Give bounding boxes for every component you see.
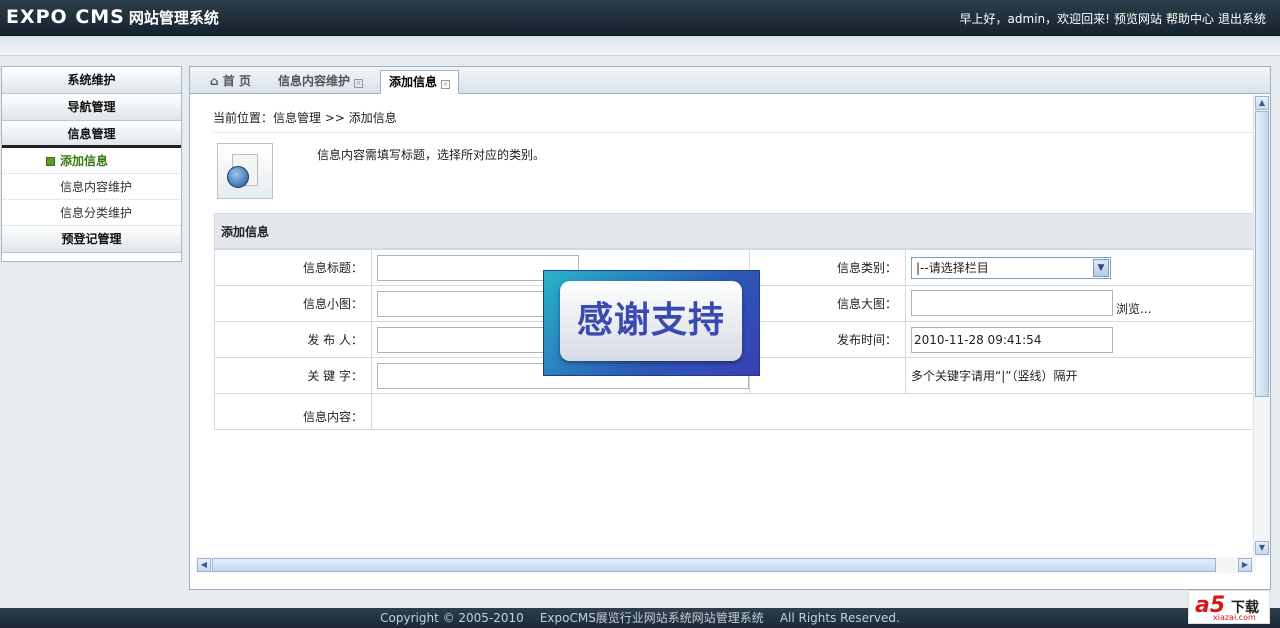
rights-text: All Rights Reserved.: [779, 611, 900, 625]
sidebar-group-info[interactable]: 信息管理: [2, 121, 181, 148]
greeting-text: 早上好，admin，欢迎回来!: [959, 12, 1110, 26]
logo-site: xiazai.com: [1213, 613, 1256, 622]
large-image-input[interactable]: [911, 290, 1113, 317]
vertical-scrollbar[interactable]: ▲ ▼: [1253, 95, 1270, 557]
publisher-label: 发 布 人：: [214, 321, 372, 358]
category-label: 信息类别：: [749, 249, 906, 286]
bullet-icon: [46, 157, 55, 166]
breadcrumb: 当前位置：信息管理 >> 添加信息: [213, 111, 397, 125]
system-name-text: ExpoCMS展览行业网站系统网站管理系统: [539, 611, 764, 625]
sidebar-item-category-maintain[interactable]: 信息分类维护: [2, 200, 181, 226]
browse-button[interactable]: 浏览...: [1116, 302, 1151, 316]
a5-download-logo[interactable]: a5 下载 xiazai.com: [1188, 590, 1270, 624]
empty-cell: [749, 357, 906, 394]
copyright-text: Copyright © 2005-2010: [380, 611, 524, 625]
publish-time-label: 发布时间：: [749, 321, 906, 358]
sidebar-group-navigation[interactable]: 导航管理: [2, 94, 181, 121]
tab-label: 添加信息: [389, 75, 438, 89]
close-icon[interactable]: ×: [354, 79, 364, 88]
scroll-left-icon[interactable]: ◀: [197, 558, 211, 572]
tab-label: 首 页: [222, 74, 251, 88]
category-select[interactable]: |--请选择栏目 ▼: [911, 256, 1111, 279]
close-icon[interactable]: ×: [441, 80, 451, 89]
header-subbar: [0, 36, 1280, 56]
tab-label: 信息内容维护: [278, 74, 351, 88]
small-image-label: 信息小图：: [214, 285, 372, 322]
title-label: 信息标题：: [214, 249, 372, 286]
sidebar: 系统维护 导航管理 信息管理 添加信息 信息内容维护 信息分类维护 预登记管理: [1, 66, 182, 262]
footer: Copyright © 2005-2010 ExpoCMS展览行业网站系统网站管理…: [0, 608, 1280, 628]
tab-content-maintain[interactable]: 信息内容维护 ×: [270, 70, 371, 94]
content-editor[interactable]: [371, 393, 1253, 430]
form-row: 信息内容：: [214, 393, 1253, 430]
scroll-up-icon[interactable]: ▲: [1255, 96, 1269, 110]
scroll-thumb[interactable]: [1255, 111, 1269, 397]
keywords-label: 关 键 字：: [214, 357, 372, 394]
sidebar-group-system[interactable]: 系统维护: [2, 67, 181, 94]
top-header: EXPO CMS 网站管理系统 早上好，admin，欢迎回来! 预览网站 帮助中心 退出…: [0, 0, 1280, 36]
logo-text: EXPO CMS: [6, 6, 125, 28]
help-center-link[interactable]: 帮助中心: [1166, 12, 1214, 26]
top-links: 早上好，admin，欢迎回来! 预览网站 帮助中心 退出系统: [956, 10, 1266, 27]
tab-home[interactable]: ⌂ 首 页: [202, 70, 259, 94]
sidebar-group-registration[interactable]: 预登记管理: [2, 226, 181, 253]
thanks-badge: 感谢支持: [543, 270, 760, 376]
logout-link[interactable]: 退出系统: [1218, 12, 1266, 26]
publish-time-input[interactable]: 2010-11-28 09:41:54: [911, 326, 1113, 353]
scroll-right-icon[interactable]: ▶: [1238, 558, 1252, 572]
publish-time-cell: 2010-11-28 09:41:54: [905, 321, 1253, 358]
chevron-down-icon[interactable]: ▼: [1093, 258, 1109, 277]
sidebar-item-label: 添加信息: [60, 154, 109, 168]
horizontal-scrollbar[interactable]: ◀ ▶: [196, 557, 1256, 573]
divider: [213, 132, 1253, 133]
document-globe-icon: [217, 143, 273, 199]
preview-site-link[interactable]: 预览网站: [1114, 12, 1162, 26]
category-selected-value: |--请选择栏目: [916, 260, 989, 275]
tab-bar: ⌂ 首 页 信息内容维护 × 添加信息 ×: [190, 67, 1270, 94]
content-label: 信息内容：: [214, 393, 372, 430]
app-logo: EXPO CMS 网站管理系统: [6, 6, 219, 28]
form-section-title: 添加信息: [214, 213, 1253, 249]
sidebar-item-content-maintain[interactable]: 信息内容维护: [2, 174, 181, 200]
thanks-badge-text: 感谢支持: [560, 281, 742, 361]
logo-subtitle: 网站管理系统: [128, 9, 219, 27]
instruction-text: 信息内容需填写标题，选择所对应的类别。: [317, 148, 546, 162]
home-icon: ⌂: [210, 74, 219, 88]
large-image-label: 信息大图：: [749, 285, 906, 322]
large-image-cell: 浏览...: [905, 285, 1253, 322]
tab-add-info[interactable]: 添加信息 ×: [380, 70, 460, 94]
keywords-hint: 多个关键字请用“|”（竖线）隔开: [905, 357, 1253, 394]
category-cell: |--请选择栏目 ▼: [905, 249, 1253, 286]
sidebar-item-add-info[interactable]: 添加信息: [2, 148, 181, 174]
scroll-down-icon[interactable]: ▼: [1255, 541, 1269, 555]
scroll-thumb[interactable]: [212, 558, 1216, 572]
